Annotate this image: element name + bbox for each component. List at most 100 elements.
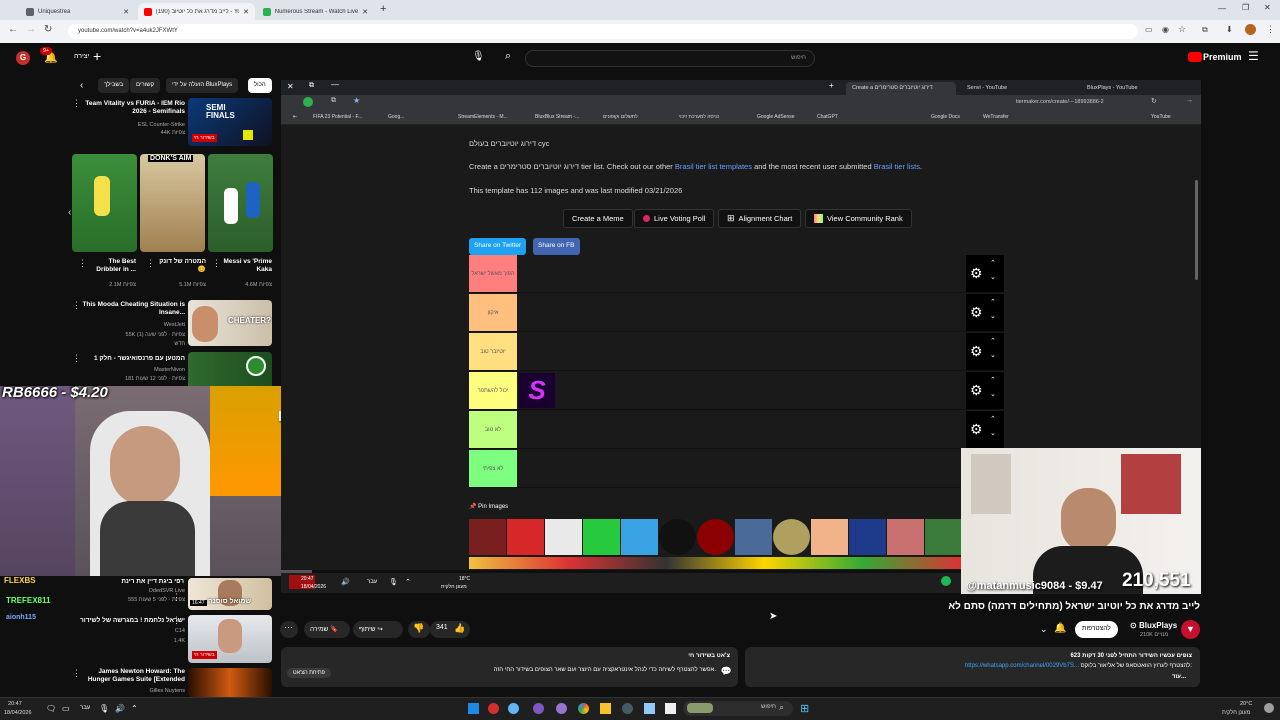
tier-image[interactable]: [583, 519, 620, 555]
chevron-down-icon[interactable]: ⌄: [990, 429, 996, 437]
brasil-templates-link[interactable]: Brasil tier list templates: [675, 162, 752, 171]
reload-icon[interactable]: ↻: [44, 24, 52, 35]
tier-label[interactable]: הפוך מאשל ישראל: [469, 255, 517, 292]
menu-dots-icon[interactable]: ⋮: [1266, 24, 1275, 35]
video-title[interactable]: המטען עם פרנסואיגשר - חלק 1: [80, 355, 185, 363]
chip-uploaded-by[interactable]: הועלה על ידי BluxPlays: [166, 78, 239, 93]
bookmark-star-icon[interactable]: ☆: [1178, 24, 1186, 35]
chevron-down-icon[interactable]: ⌄: [990, 273, 996, 281]
extensions-icon[interactable]: ⧉: [1202, 25, 1208, 35]
close-window-icon[interactable]: ✕: [1264, 3, 1271, 12]
scrollbar-thumb[interactable]: [1195, 180, 1198, 280]
more-options-icon[interactable]: ⋮: [172, 592, 181, 603]
tier-image[interactable]: [887, 519, 924, 555]
bookmark-item[interactable]: Google Docs: [931, 114, 960, 120]
back-icon[interactable]: ←: [8, 24, 18, 35]
pin-images-toggle[interactable]: 📌 Pin Images: [469, 503, 508, 510]
inner-url-text[interactable]: tiermaker.com/create/---18993886-2: [1016, 99, 1104, 105]
taskbar-mic-icon[interactable]: 🎙: [99, 704, 109, 713]
tier-image[interactable]: [735, 519, 772, 555]
video-thumbnail[interactable]: בשידור חי: [188, 615, 272, 663]
save-button[interactable]: שמירה 🔖: [304, 621, 350, 638]
inner-reload-icon[interactable]: ↻: [1151, 97, 1157, 105]
tier-image[interactable]: [811, 519, 848, 555]
share-button[interactable]: שיתוף ↪: [353, 621, 403, 638]
copy-icon[interactable]: ⧉: [331, 97, 336, 105]
chip-for-you[interactable]: בשבילך: [98, 78, 130, 93]
short-thumbnail[interactable]: [208, 154, 273, 252]
subscribe-button[interactable]: להצטרפות: [1075, 621, 1118, 638]
browser-tab-1[interactable]: Uniquestrea ✕: [20, 3, 135, 20]
tier-image[interactable]: [659, 519, 696, 555]
taskbar-lang[interactable]: עבר: [80, 705, 90, 711]
description-box[interactable]: 623 צופים עכשיו השידור התחיל לפני 30 דקו…: [745, 647, 1200, 687]
inner-close-icon[interactable]: ✕: [287, 82, 294, 91]
short-thumbnail[interactable]: [72, 154, 137, 252]
chevron-down-icon[interactable]: ⌄: [990, 351, 996, 359]
brasil-tier-lists-link[interactable]: Brasil tier lists: [874, 162, 920, 171]
chevron-down-icon[interactable]: ⌄: [990, 312, 996, 320]
tier-image[interactable]: [621, 519, 658, 555]
gear-icon[interactable]: ⚙: [970, 343, 983, 360]
more-options-icon[interactable]: ⋮: [78, 258, 87, 269]
dislike-button[interactable]: 👎: [408, 621, 430, 638]
bookmark-item[interactable]: ChatGPT: [817, 114, 838, 120]
whatsapp-link[interactable]: https://whatsapp.com/channel/0029Vb7S...: [965, 663, 1079, 669]
video-title[interactable]: ישראל נלחמת ! במגרשה של לשידור: [80, 617, 185, 625]
notifications-icon[interactable]: 🗨: [46, 704, 56, 713]
like-button[interactable]: 341 👍: [430, 621, 470, 638]
chevron-down-icon[interactable]: ⌄: [990, 390, 996, 398]
inner-new-tab-icon[interactable]: +: [829, 81, 834, 90]
app-icon[interactable]: [665, 703, 676, 714]
avatar[interactable]: G: [16, 51, 30, 65]
app-icon[interactable]: [644, 703, 655, 714]
bookmark-arrow-icon[interactable]: ⇤: [293, 114, 297, 120]
video-title[interactable]: James Newton Howard: The Hunger Games Su…: [80, 668, 185, 685]
search-input[interactable]: חיפוש: [525, 50, 815, 67]
bookmark-item[interactable]: כניסה למערכת זיכוי: [679, 114, 719, 120]
shorts-scroll-left-icon[interactable]: ‹: [68, 207, 71, 218]
tier-image[interactable]: S: [519, 373, 555, 408]
chevron-up-icon[interactable]: ⌃: [990, 337, 996, 345]
chrome-icon[interactable]: [578, 703, 589, 714]
tier-image-row[interactable]: [469, 557, 961, 569]
cast-icon[interactable]: ▭: [1145, 25, 1153, 34]
app-icon[interactable]: [533, 703, 544, 714]
chevron-down-icon[interactable]: ⌄: [1040, 624, 1048, 635]
maximize-icon[interactable]: ❐: [1242, 3, 1249, 12]
chevron-up-icon[interactable]: ⌃: [990, 298, 996, 306]
bell-icon[interactable]: 🔔: [1054, 623, 1066, 634]
channel-name[interactable]: ESL Counter-Strike: [80, 122, 185, 128]
video-title[interactable]: Team Vitality vs FURIA - IEM Rio 2026 - …: [80, 100, 185, 117]
gear-icon[interactable]: ⚙: [970, 304, 983, 321]
tier-image[interactable]: [469, 519, 506, 555]
bookmark-item[interactable]: FIFA 23 Potential - F...: [313, 114, 362, 120]
extension-icon[interactable]: [303, 97, 313, 107]
channel-name[interactable]: OdedSVR Live: [80, 588, 185, 594]
tier-label[interactable]: יכול להשתפר: [469, 372, 517, 409]
display-icon[interactable]: ▭: [62, 704, 70, 713]
channel-name[interactable]: MasterNivon: [80, 367, 185, 373]
url-input[interactable]: youtube.com/watch?v=a4uk2JFXWtY: [68, 24, 1138, 39]
chips-scroll-left-icon[interactable]: ‹: [80, 80, 83, 91]
windows-start-icon[interactable]: ⊞: [800, 702, 809, 715]
more-options-icon[interactable]: ⋮: [72, 353, 81, 364]
premium-logo-text[interactable]: Premium: [1203, 52, 1242, 62]
inner-tab[interactable]: BluxPlays - YouTube: [1081, 82, 1181, 95]
inner-minimize-icon[interactable]: —: [331, 80, 339, 89]
close-tab-icon[interactable]: ✕: [362, 8, 368, 16]
view-community-rank-button[interactable]: View Community Rank: [805, 209, 912, 228]
taskbar-search[interactable]: חיפוש ⌕: [683, 701, 793, 716]
close-tab-icon[interactable]: ✕: [243, 8, 249, 16]
video-title[interactable]: רפי ביגת דיין את רינת: [64, 578, 184, 586]
steam-icon[interactable]: [622, 703, 633, 714]
browser-tab-3[interactable]: Numerous Stream - Watch Live ✕: [257, 3, 374, 20]
open-chat-button[interactable]: פתיחת הצ'אט: [287, 668, 331, 678]
video-thumbnail[interactable]: SEMI FINALS בשידור חי: [188, 98, 272, 146]
more-actions-button[interactable]: ⋯: [280, 621, 298, 638]
inner-tab[interactable]: Senvi - YouTube: [961, 82, 1061, 95]
tier-label[interactable]: יוטיובר טוב: [469, 333, 517, 370]
profile-avatar[interactable]: [1245, 24, 1256, 35]
bookmark-item[interactable]: WeTransfer: [983, 114, 1009, 120]
taskbar-volume-icon[interactable]: 🔊: [115, 704, 125, 713]
